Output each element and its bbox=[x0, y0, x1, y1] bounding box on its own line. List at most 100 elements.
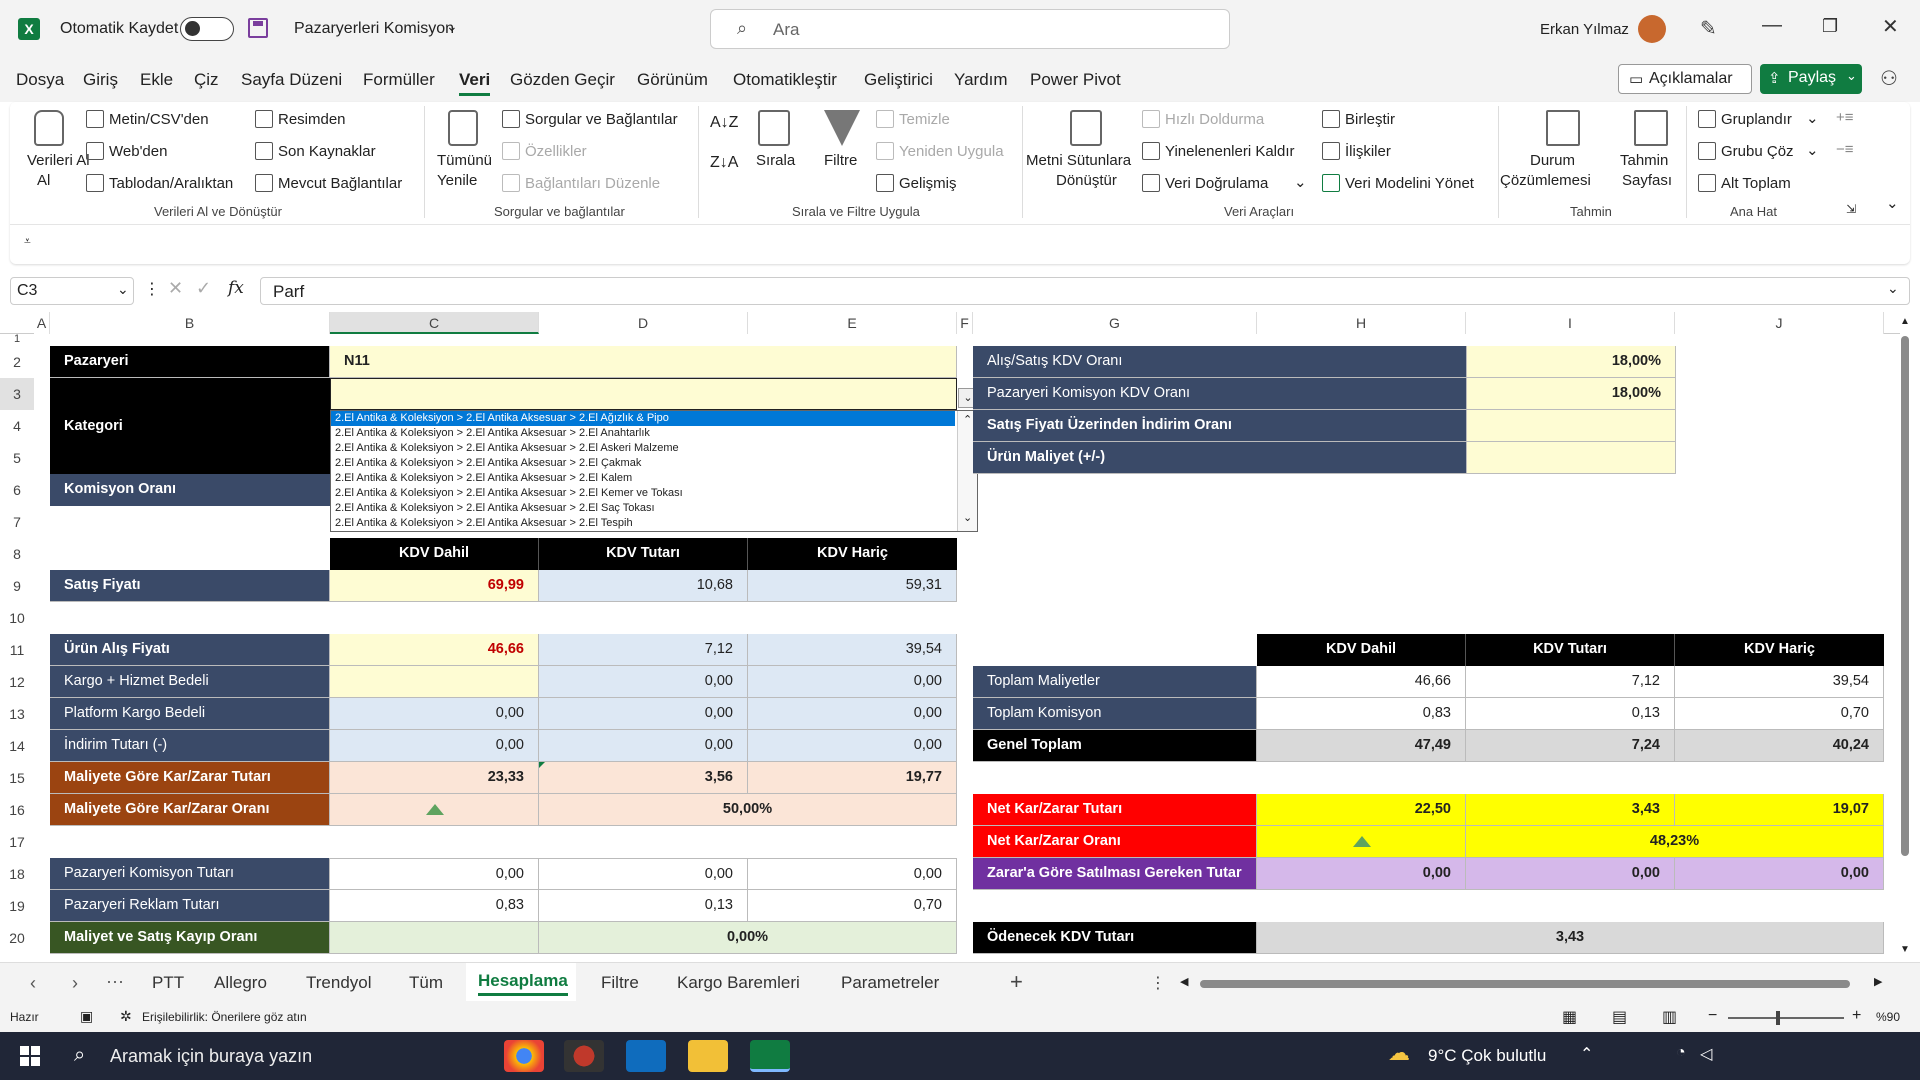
row-header[interactable]: 10 bbox=[0, 602, 34, 634]
prev-sheet-icon[interactable]: ‹ bbox=[30, 973, 36, 994]
properties-button[interactable]: Özellikler bbox=[525, 143, 587, 160]
platform-kargo-kdv-dahil[interactable]: 0,00 bbox=[330, 698, 539, 730]
tab-ptt[interactable]: PTT bbox=[152, 973, 184, 993]
tab-trendyol[interactable]: Trendyol bbox=[306, 973, 372, 993]
col-header-i[interactable]: I bbox=[1466, 312, 1675, 334]
zarar-satis-i[interactable]: 0,00 bbox=[1466, 858, 1675, 890]
dropdown-option[interactable]: 2.El Antika & Koleksiyon > 2.El Antika A… bbox=[331, 516, 977, 531]
accessibility-status[interactable]: Erişilebilirlik: Önerilere göz atın bbox=[142, 1010, 307, 1024]
pen-icon[interactable]: ✎ bbox=[1700, 16, 1717, 41]
web-button[interactable]: Web'den bbox=[109, 143, 167, 160]
col-header-g[interactable]: G bbox=[973, 312, 1257, 334]
tab-hesaplama[interactable]: Hesaplama bbox=[466, 963, 576, 1001]
subtotal-button[interactable]: Alt Toplam bbox=[1721, 175, 1791, 192]
chevron-down-icon[interactable]: ⌄ bbox=[1294, 173, 1307, 191]
menu-formuller[interactable]: Formüller bbox=[363, 70, 435, 90]
col-header-h[interactable]: H bbox=[1257, 312, 1466, 334]
net-kar-orani-value[interactable]: 48,23% bbox=[1466, 826, 1884, 858]
pazaryeri-value[interactable]: N11 bbox=[330, 346, 957, 378]
from-table-button[interactable]: Tablodan/Aralıktan bbox=[109, 175, 233, 192]
insert-function-button[interactable]: fx bbox=[228, 278, 244, 298]
dropdown-option[interactable]: 2.El Antika & Koleksiyon > 2.El Antika A… bbox=[331, 471, 977, 486]
menu-gozden-gecir[interactable]: Gözden Geçir bbox=[510, 70, 615, 90]
dropdown-option[interactable]: 2.El Antika & Koleksiyon > 2.El Antika A… bbox=[331, 501, 977, 516]
show-detail-icon[interactable]: +≡ bbox=[1836, 109, 1854, 126]
chevron-down-icon[interactable]: ⌄ bbox=[1806, 141, 1819, 159]
col-header-e[interactable]: E bbox=[748, 312, 957, 334]
add-sheet-icon[interactable]: + bbox=[1010, 969, 1023, 995]
dropdown-option[interactable]: 2.El Antika & Koleksiyon > 2.El Antika A… bbox=[331, 486, 977, 501]
file-explorer-icon[interactable] bbox=[688, 1040, 728, 1072]
windows-start-icon[interactable] bbox=[20, 1046, 40, 1066]
filter-button[interactable]: Filtre bbox=[824, 152, 857, 169]
kargo-kdv-haric[interactable]: 0,00 bbox=[748, 666, 957, 698]
sort-asc-icon[interactable]: A↓Z bbox=[710, 114, 738, 132]
zarar-satis-j[interactable]: 0,00 bbox=[1675, 858, 1884, 890]
toplam-komisyon-h[interactable]: 0,83 bbox=[1257, 698, 1466, 730]
advanced-button[interactable]: Gelişmiş bbox=[899, 175, 957, 192]
consolidate-button[interactable]: Birleştir bbox=[1345, 111, 1395, 128]
toplam-komisyon-i[interactable]: 0,13 bbox=[1466, 698, 1675, 730]
zoom-slider-thumb[interactable] bbox=[1776, 1011, 1780, 1025]
user-name[interactable]: Erkan Yılmaz bbox=[1540, 21, 1629, 38]
dropdown-option[interactable]: 2.El Antika & Koleksiyon > 2.El Antika A… bbox=[331, 411, 955, 426]
from-picture-button[interactable]: Resimden bbox=[278, 111, 346, 128]
col-header-c[interactable]: C bbox=[330, 312, 539, 334]
tray-chevron-icon[interactable]: ⌃ bbox=[1580, 1044, 1593, 1064]
vertical-scrollbar[interactable]: ▲ ▼ bbox=[1896, 312, 1914, 962]
indirim-kdv-dahil[interactable]: 0,00 bbox=[330, 730, 539, 762]
chevron-down-icon[interactable]: ⌄ bbox=[963, 511, 972, 526]
what-if-button[interactable]: Durum bbox=[1530, 152, 1575, 169]
text-to-columns-button[interactable]: Metni Sütunlara bbox=[1026, 152, 1131, 169]
row-header[interactable]: 19 bbox=[0, 890, 34, 922]
menu-veri[interactable]: Veri bbox=[459, 70, 491, 96]
menu-ekle[interactable]: Ekle bbox=[140, 70, 173, 90]
name-box[interactable]: C3 ⌄ bbox=[10, 277, 134, 305]
zarar-satis-h[interactable]: 0,00 bbox=[1257, 858, 1466, 890]
row-header[interactable]: 4 bbox=[0, 410, 34, 442]
dialog-launcher-icon[interactable]: ⇲ bbox=[1846, 202, 1856, 216]
komisyon-tutari-kdv-tutari[interactable]: 0,00 bbox=[539, 858, 748, 890]
odenecek-kdv-value[interactable]: 3,43 bbox=[1257, 922, 1884, 954]
row-header[interactable]: 12 bbox=[0, 666, 34, 698]
col-header-d[interactable]: D bbox=[539, 312, 748, 334]
existing-connections-button[interactable]: Mevcut Bağlantılar bbox=[278, 175, 402, 192]
row-header[interactable]: 6 bbox=[0, 474, 34, 506]
menu-otomatiklestir[interactable]: Otomatikleştir bbox=[733, 70, 837, 90]
platform-kargo-kdv-haric[interactable]: 0,00 bbox=[748, 698, 957, 730]
col-header-j[interactable]: J bbox=[1675, 312, 1884, 334]
kargo-kdv-dahil[interactable] bbox=[330, 666, 539, 698]
recent-sources-button[interactable]: Son Kaynaklar bbox=[278, 143, 376, 160]
maliyet-kar-tutari-kdv-dahil[interactable]: 23,33 bbox=[330, 762, 539, 794]
row-header[interactable]: 20 bbox=[0, 922, 34, 954]
zoom-level[interactable]: %90 bbox=[1876, 1010, 1900, 1024]
reklam-tutari-kdv-haric[interactable]: 0,70 bbox=[748, 890, 957, 922]
more-sheets-icon[interactable]: ··· bbox=[106, 971, 124, 992]
tab-parametreler[interactable]: Parametreler bbox=[841, 973, 939, 993]
app-icon[interactable] bbox=[564, 1040, 604, 1072]
tab-tum[interactable]: Tüm bbox=[409, 973, 443, 993]
row-header[interactable]: 11 bbox=[0, 634, 34, 666]
edit-links-button[interactable]: Bağlantıları Düzenle bbox=[525, 175, 660, 192]
next-sheet-icon[interactable]: › bbox=[72, 973, 78, 994]
manage-data-model-button[interactable]: Veri Modelini Yönet bbox=[1345, 175, 1474, 192]
chrome-icon[interactable] bbox=[504, 1040, 544, 1072]
menu-dosya[interactable]: Dosya bbox=[16, 70, 64, 90]
restore-icon[interactable]: ❐ bbox=[1822, 16, 1838, 37]
chevron-down-icon[interactable]: ⌄ bbox=[1806, 109, 1819, 127]
ungroup-button[interactable]: Grubu Çöz bbox=[1721, 143, 1794, 160]
genel-toplam-j[interactable]: 40,24 bbox=[1675, 730, 1884, 762]
urun-alis-kdv-dahil[interactable]: 46,66 bbox=[330, 634, 539, 666]
close-icon[interactable]: ✕ bbox=[1882, 14, 1899, 39]
relationships-button[interactable]: İlişkiler bbox=[1345, 143, 1391, 160]
indirim-kdv-haric[interactable]: 0,00 bbox=[748, 730, 957, 762]
maliyet-kar-tutari-kdv-tutari[interactable]: 3,56 bbox=[539, 762, 748, 794]
flash-fill-button[interactable]: Hızlı Doldurma bbox=[1165, 111, 1264, 128]
komisyon-kdv-value[interactable]: 18,00% bbox=[1467, 378, 1676, 410]
network-icon[interactable]: ◔ bbox=[1676, 1044, 1686, 1062]
tab-allegro[interactable]: Allegro bbox=[214, 973, 267, 993]
satis-fiyati-kdv-haric[interactable]: 59,31 bbox=[748, 570, 957, 602]
text-csv-button[interactable]: Metin/CSV'den bbox=[109, 111, 209, 128]
normal-view-icon[interactable]: ▦ bbox=[1562, 1007, 1577, 1027]
tab-kargo-baremleri[interactable]: Kargo Baremleri bbox=[677, 973, 800, 993]
